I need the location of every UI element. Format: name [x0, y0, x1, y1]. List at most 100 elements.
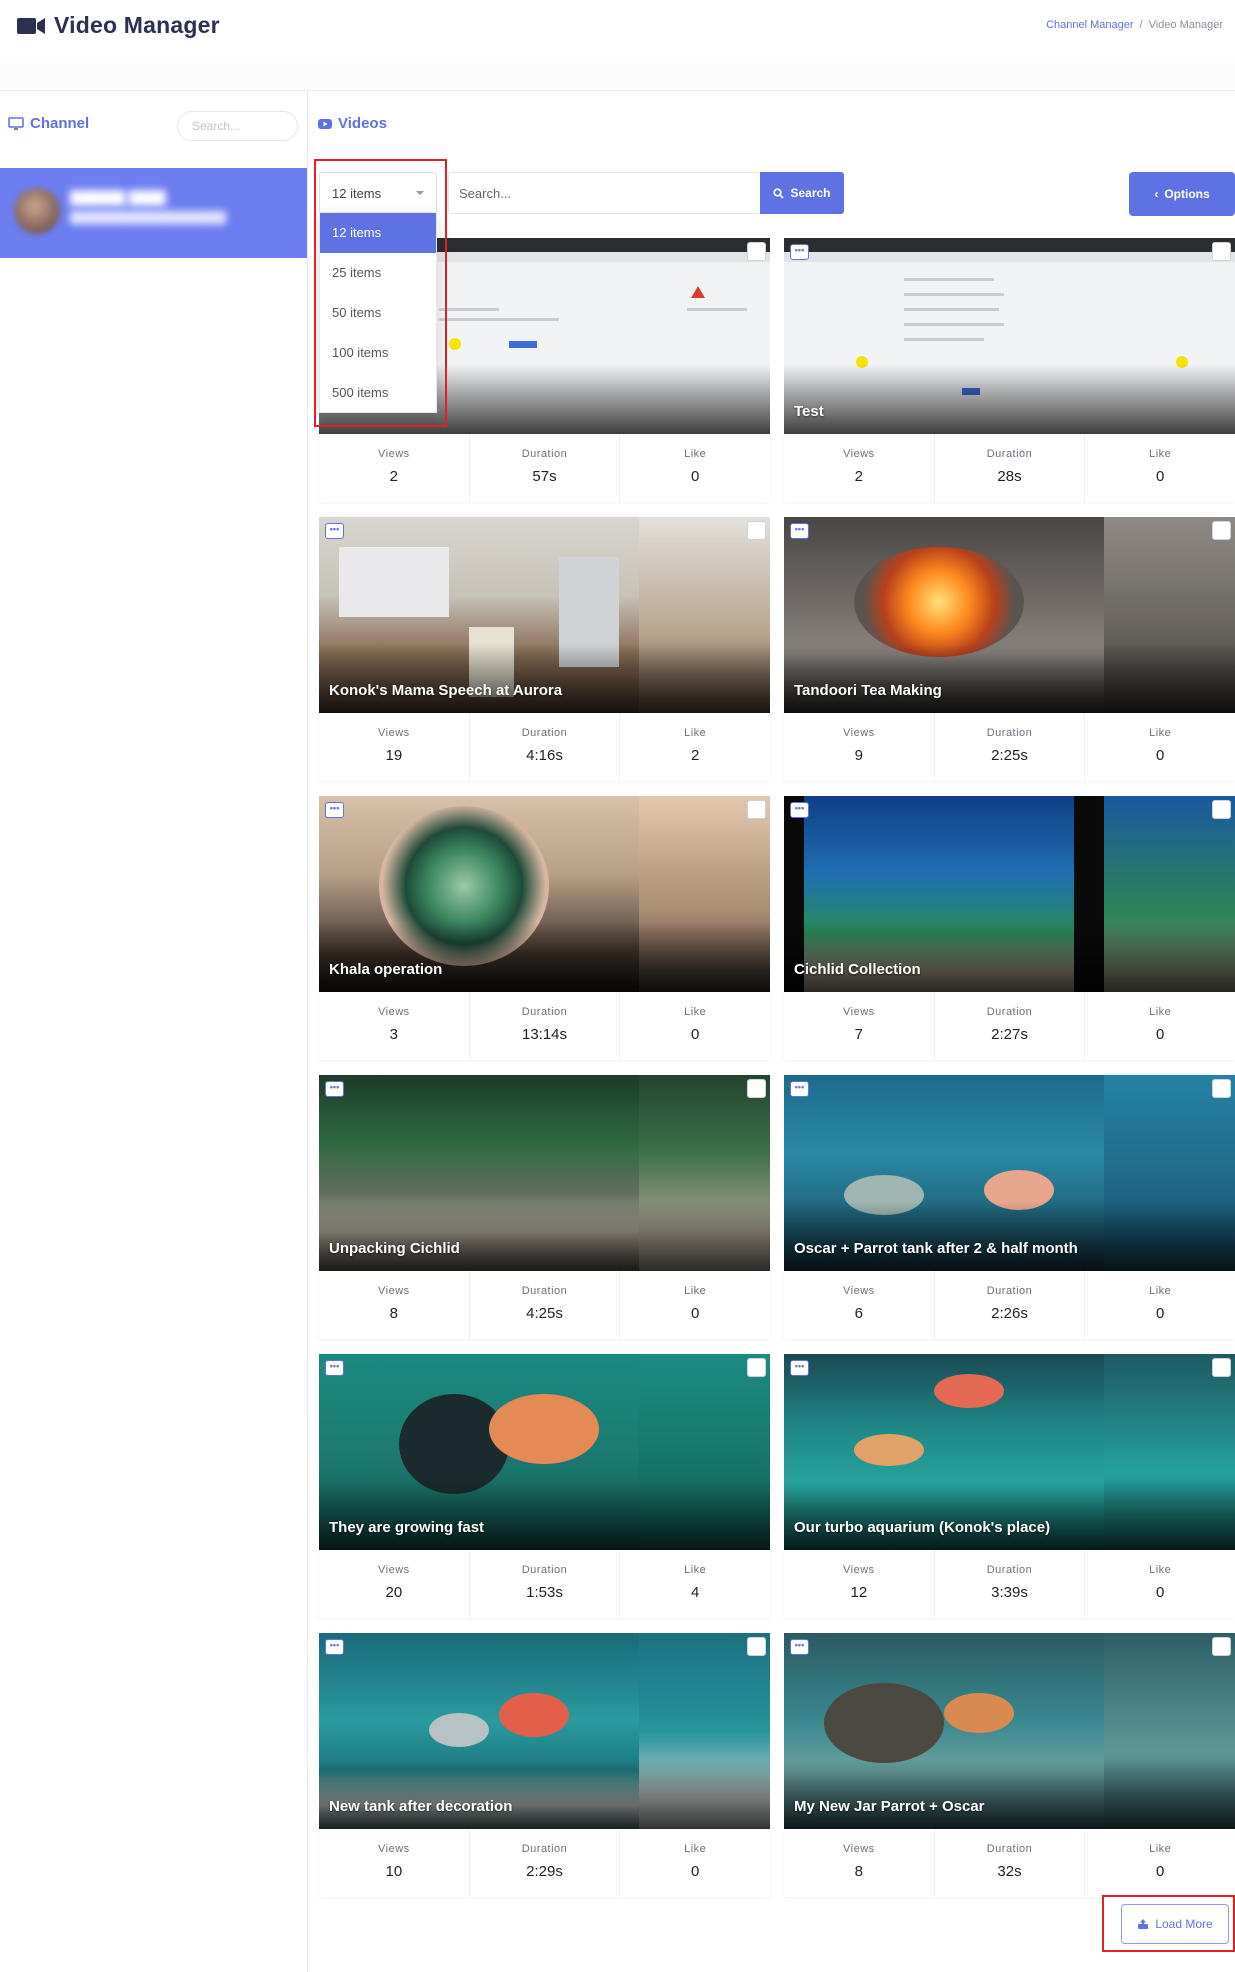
video-card[interactable]: ••• New tank after decoration Views 10 Du… [319, 1633, 770, 1897]
search-button[interactable]: Search [760, 172, 844, 214]
like-value: 0 [1156, 747, 1165, 764]
select-checkbox[interactable] [747, 521, 766, 540]
more-options-icon[interactable]: ••• [790, 1360, 809, 1376]
per-page-option-25[interactable]: 25 items [320, 253, 436, 293]
video-thumbnail[interactable]: ••• Our turbo aquarium (Konok's place) [784, 1354, 1235, 1550]
video-thumbnail[interactable]: ••• They are growing fast [319, 1354, 770, 1550]
video-card[interactable]: ••• Cichlid Collection Views 7 Duration 2:… [784, 796, 1235, 1060]
like-value: 0 [1156, 1584, 1165, 1601]
select-checkbox[interactable] [747, 800, 766, 819]
duration-value: 2:29s [526, 1863, 563, 1880]
video-stats: Views 10 Duration 2:29s Like 0 [319, 1829, 770, 1897]
select-checkbox[interactable] [1212, 1637, 1231, 1656]
like-value: 0 [691, 468, 700, 485]
breadcrumb-separator: / [1139, 19, 1143, 31]
video-card[interactable]: ••• My New Jar Parrot + Oscar Views 8 Dur… [784, 1633, 1235, 1897]
more-options-icon[interactable]: ••• [790, 1081, 809, 1097]
more-options-icon[interactable]: ••• [325, 1081, 344, 1097]
per-page-option-500[interactable]: 500 items [320, 373, 436, 413]
per-page-select[interactable]: 12 items [319, 172, 437, 214]
views-value: 8 [854, 1863, 863, 1880]
like-value: 0 [1156, 1026, 1165, 1043]
views-label: Views [378, 1006, 410, 1018]
views-value: 2 [389, 468, 398, 485]
duration-value: 4:25s [526, 1305, 563, 1322]
videos-panel: Videos 12 items 12 items 25 items 50 ite… [308, 91, 1235, 1972]
video-search-input[interactable] [448, 172, 760, 214]
duration-label: Duration [521, 1285, 568, 1297]
select-checkbox[interactable] [1212, 521, 1231, 540]
views-value: 8 [389, 1305, 398, 1322]
select-checkbox[interactable] [1212, 1358, 1231, 1377]
more-options-icon[interactable]: ••• [325, 1639, 344, 1655]
duration-value: 13:14s [521, 1026, 568, 1043]
duration-value: 1:53s [526, 1584, 563, 1601]
video-thumbnail[interactable]: ••• Test [784, 238, 1235, 434]
video-thumbnail[interactable]: ••• My New Jar Parrot + Oscar [784, 1633, 1235, 1829]
duration-label: Duration [986, 1285, 1033, 1297]
per-page-option-100[interactable]: 100 items [320, 333, 436, 373]
like-label: Like [684, 1006, 707, 1018]
channel-heading: Channel [8, 115, 89, 132]
load-more-button[interactable]: Load More [1121, 1904, 1229, 1944]
avatar [14, 188, 60, 234]
more-options-icon[interactable]: ••• [790, 802, 809, 818]
channel-email-blurred: ████████████████████ [70, 212, 226, 224]
videos-heading: Videos [318, 115, 387, 132]
per-page-option-50[interactable]: 50 items [320, 293, 436, 333]
video-thumbnail[interactable]: ••• Cichlid Collection [784, 796, 1235, 992]
channel-search-input[interactable] [177, 111, 298, 141]
video-card[interactable]: ••• Our turbo aquarium (Konok's place) V… [784, 1354, 1235, 1618]
duration-value: 4:16s [526, 747, 563, 764]
more-options-icon[interactable]: ••• [790, 244, 809, 260]
video-thumbnail[interactable]: ••• Tandoori Tea Making [784, 517, 1235, 713]
options-button[interactable]: ‹ Options [1129, 172, 1235, 216]
video-title: Tandoori Tea Making [794, 682, 942, 699]
select-checkbox[interactable] [747, 1079, 766, 1098]
more-options-icon[interactable]: ••• [790, 1639, 809, 1655]
video-card[interactable]: ••• Unpacking Cichlid Views 8 Duration 4:2… [319, 1075, 770, 1339]
duration-label: Duration [521, 727, 568, 739]
video-thumbnail[interactable]: ••• Khala operation [319, 796, 770, 992]
views-label: Views [378, 727, 410, 739]
video-thumbnail[interactable]: ••• New tank after decoration [319, 1633, 770, 1829]
select-checkbox[interactable] [1212, 1079, 1231, 1098]
select-checkbox[interactable] [747, 1637, 766, 1656]
per-page-option-12[interactable]: 12 items [320, 213, 436, 253]
more-options-icon[interactable]: ••• [325, 523, 344, 539]
select-checkbox[interactable] [1212, 242, 1231, 261]
more-options-icon[interactable]: ••• [325, 802, 344, 818]
more-options-icon[interactable]: ••• [325, 1360, 344, 1376]
channel-item[interactable]: ██████ ████ ████████████████████ [0, 168, 307, 258]
video-card[interactable]: ••• Tandoori Tea Making Views 9 Duration 2… [784, 517, 1235, 781]
breadcrumb-channel-manager[interactable]: Channel Manager [1046, 19, 1133, 31]
more-options-icon[interactable]: ••• [790, 523, 809, 539]
video-stats: Views 3 Duration 13:14s Like 0 [319, 992, 770, 1060]
views-value: 12 [850, 1584, 868, 1601]
views-label: Views [843, 1843, 875, 1855]
like-value: 0 [691, 1305, 700, 1322]
video-stats: Views 8 Duration 4:25s Like 0 [319, 1271, 770, 1339]
duration-label: Duration [986, 1843, 1033, 1855]
upload-icon [1138, 1918, 1149, 1929]
select-checkbox[interactable] [1212, 800, 1231, 819]
video-camera-icon [17, 17, 45, 34]
select-checkbox[interactable] [747, 242, 766, 261]
video-card[interactable]: ••• Oscar + Parrot tank after 2 & half m… [784, 1075, 1235, 1339]
video-thumbnail[interactable]: ••• Konok's Mama Speech at Aurora [319, 517, 770, 713]
video-thumbnail[interactable]: ••• Unpacking Cichlid [319, 1075, 770, 1271]
video-thumbnail[interactable]: ••• Oscar + Parrot tank after 2 & half m… [784, 1075, 1235, 1271]
video-title: Cichlid Collection [794, 961, 921, 978]
select-checkbox[interactable] [747, 1358, 766, 1377]
video-title: Oscar + Parrot tank after 2 & half month [794, 1240, 1078, 1257]
like-value: 0 [1156, 1305, 1165, 1322]
views-label: Views [843, 1285, 875, 1297]
video-stats: Views 6 Duration 2:26s Like 0 [784, 1271, 1235, 1339]
video-card[interactable]: ••• Konok's Mama Speech at Aurora Views 1… [319, 517, 770, 781]
video-stats: Views 7 Duration 2:27s Like 0 [784, 992, 1235, 1060]
video-card[interactable]: ••• Test Views 2 Duration 28s Like 0 [784, 238, 1235, 502]
video-card[interactable]: ••• Khala operation Views 3 Duration 13:14… [319, 796, 770, 1060]
views-label: Views [843, 1006, 875, 1018]
video-card[interactable]: ••• They are growing fast Views 20 Durati… [319, 1354, 770, 1618]
app-header: Video Manager Channel Manager / Video Ma… [0, 0, 1235, 62]
